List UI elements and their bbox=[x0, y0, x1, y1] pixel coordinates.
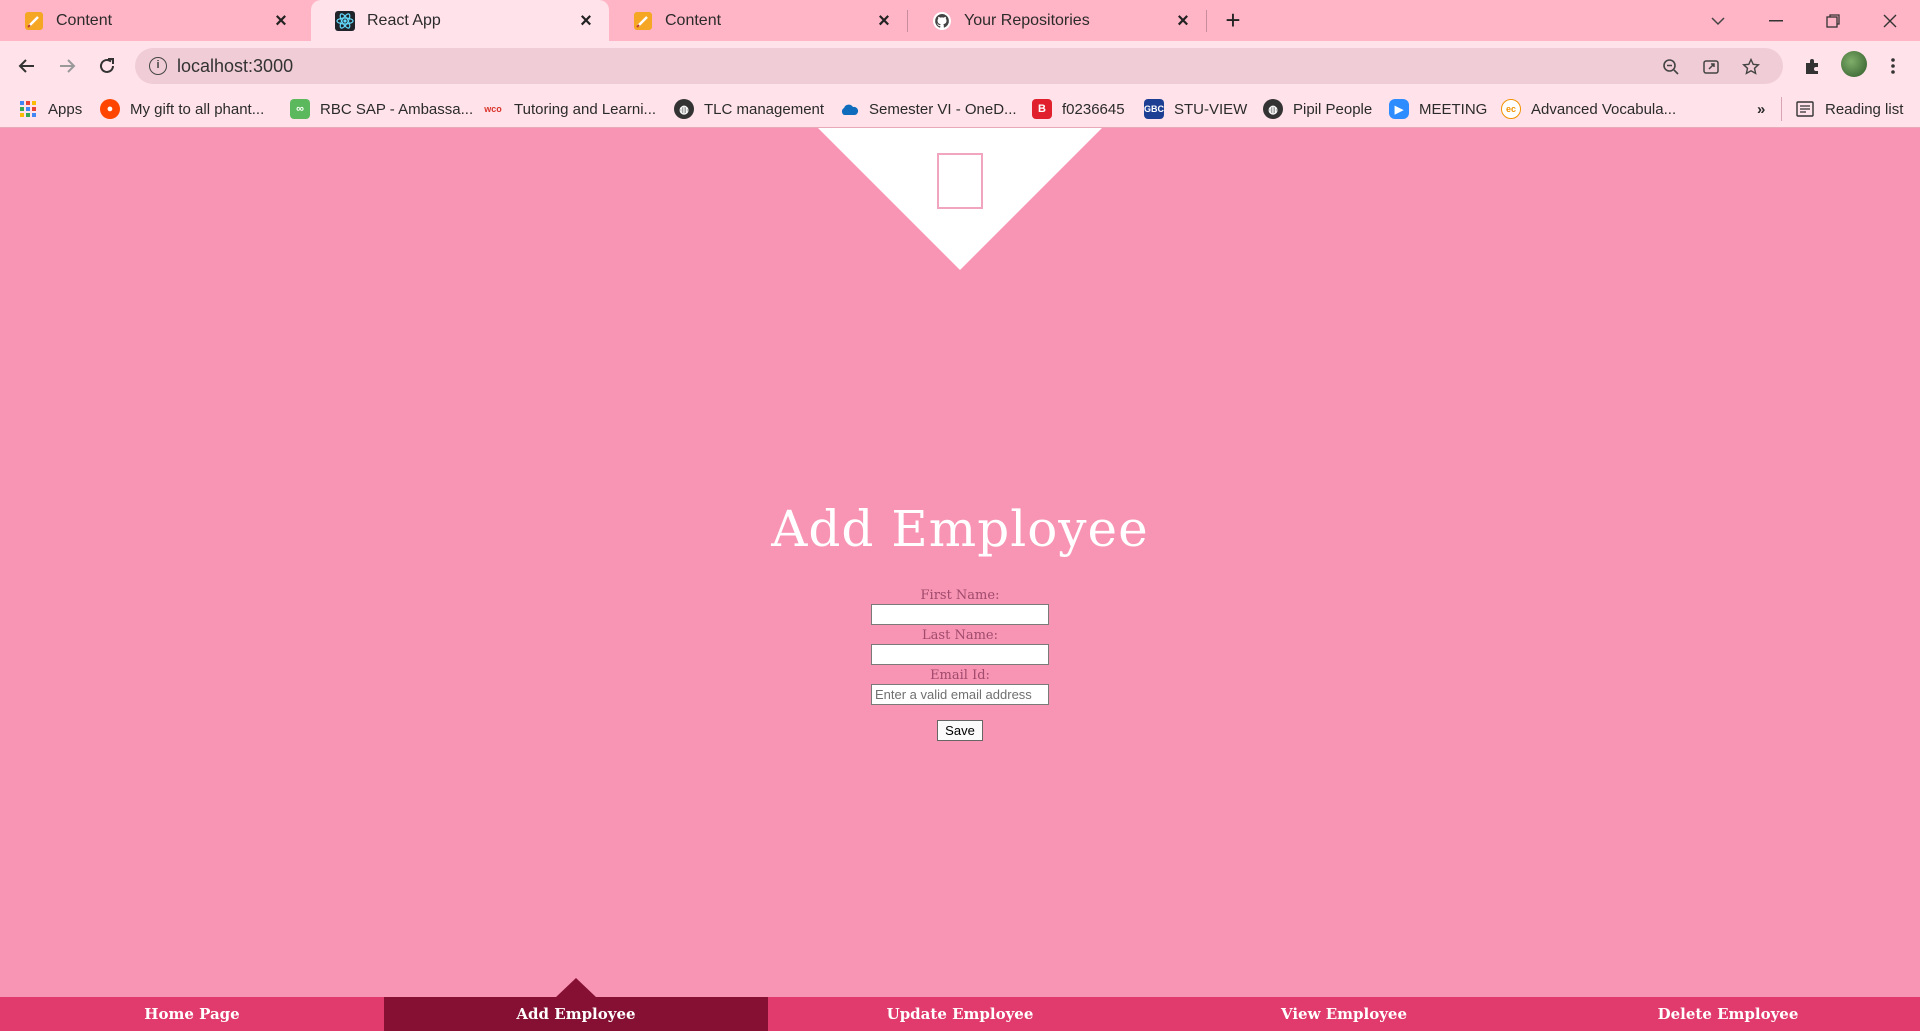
bookmark-rbc-sap[interactable]: ∞ RBC SAP - Ambassa... bbox=[290, 97, 473, 121]
bookmark-label: My gift to all phant... bbox=[130, 100, 265, 118]
reddit-icon: ● bbox=[100, 99, 120, 119]
email-label: Email Id: bbox=[930, 668, 990, 683]
onedrive-icon bbox=[839, 99, 859, 119]
reading-list-button[interactable]: Reading list bbox=[1795, 97, 1903, 121]
last-name-label: Last Name: bbox=[922, 628, 998, 643]
react-icon bbox=[335, 10, 355, 31]
bookmark-semester[interactable]: Semester VI - OneD... bbox=[839, 97, 1017, 121]
email-field[interactable] bbox=[871, 684, 1049, 705]
first-name-field[interactable] bbox=[871, 604, 1049, 625]
tab-separator bbox=[1206, 10, 1207, 32]
globe-icon: ◍ bbox=[674, 99, 694, 119]
bookmark-tutoring[interactable]: wco Tutoring and Learni... bbox=[482, 97, 656, 121]
pencil-icon bbox=[24, 11, 44, 31]
reading-list-icon bbox=[1795, 99, 1815, 119]
globe-icon: ◍ bbox=[1263, 99, 1283, 119]
close-tab-icon[interactable]: × bbox=[875, 11, 893, 31]
tab-title: Content bbox=[56, 11, 113, 29]
bookmark-label: Advanced Vocabula... bbox=[1531, 100, 1677, 118]
zoom-icon[interactable] bbox=[1660, 56, 1682, 78]
close-window-icon[interactable] bbox=[1862, 0, 1918, 41]
bookmark-meeting[interactable]: ▶ MEETING bbox=[1389, 97, 1487, 121]
bookmark-stu-view[interactable]: GBC STU-VIEW bbox=[1144, 97, 1247, 121]
url-text[interactable]: localhost:3000 bbox=[177, 56, 293, 77]
first-name-label: First Name: bbox=[920, 588, 1000, 603]
bookmark-label: STU-VIEW bbox=[1174, 100, 1248, 118]
reload-icon[interactable] bbox=[92, 51, 122, 81]
link-icon: ∞ bbox=[290, 99, 310, 119]
tab-title: React App bbox=[367, 11, 441, 29]
tab-title: Content bbox=[665, 11, 722, 29]
active-nav-pointer bbox=[555, 978, 597, 998]
zoom-icon: ▶ bbox=[1389, 99, 1409, 119]
tab-react-app[interactable]: React App × bbox=[311, 0, 609, 41]
logo-triangle bbox=[818, 128, 1102, 270]
nav-home-page[interactable]: Home Page bbox=[0, 997, 384, 1031]
close-tab-icon[interactable]: × bbox=[1174, 11, 1192, 31]
bookmark-label: Apps bbox=[48, 100, 83, 118]
extensions-puzzle-icon[interactable] bbox=[1800, 53, 1826, 79]
browser-toolbar: i localhost:3000 bbox=[0, 41, 1920, 90]
bottom-nav: Home Page Add Employee Update Employee V… bbox=[0, 997, 1920, 1031]
bookmark-tlc[interactable]: ◍ TLC management bbox=[674, 97, 824, 121]
tab-content-2[interactable]: Content × bbox=[609, 0, 907, 41]
tab-strip: Content × React App × Content × Your Rep… bbox=[0, 0, 1920, 41]
reading-list-label: Reading list bbox=[1825, 100, 1904, 118]
more-bookmarks-button[interactable]: » bbox=[1757, 97, 1765, 121]
pencil-icon bbox=[633, 11, 653, 31]
b-icon: B bbox=[1032, 99, 1052, 119]
stu-view-icon: GBC bbox=[1144, 99, 1164, 119]
close-tab-icon[interactable]: × bbox=[577, 11, 595, 31]
nav-view-employee[interactable]: View Employee bbox=[1152, 997, 1536, 1031]
bookmark-apps[interactable]: Apps bbox=[18, 97, 82, 121]
close-tab-icon[interactable]: × bbox=[272, 11, 290, 31]
nav-add-employee[interactable]: Add Employee bbox=[384, 997, 768, 1031]
bookmark-label: Pipil People bbox=[1293, 100, 1373, 118]
bookmark-f0236645[interactable]: B f0236645 bbox=[1032, 97, 1125, 121]
nav-update-employee[interactable]: Update Employee bbox=[768, 997, 1152, 1031]
github-icon bbox=[932, 11, 952, 31]
address-bar[interactable]: i localhost:3000 bbox=[135, 48, 1783, 84]
bookmark-pipil-people[interactable]: ◍ Pipil People bbox=[1263, 97, 1372, 121]
tab-your-repositories[interactable]: Your Repositories × bbox=[908, 0, 1206, 41]
save-button[interactable]: Save bbox=[937, 720, 983, 741]
new-tab-button[interactable]: + bbox=[1220, 7, 1246, 34]
bookmark-label: f0236645 bbox=[1062, 100, 1125, 118]
apps-grid-icon bbox=[18, 99, 38, 119]
bookmark-label: Semester VI - OneD... bbox=[869, 100, 1017, 118]
page-title: Add Employee bbox=[771, 500, 1149, 558]
bookmark-label: Tutoring and Learni... bbox=[514, 100, 657, 118]
bookmarks-bar: Apps ● My gift to all phant... ∞ RBC SAP… bbox=[0, 90, 1920, 128]
bookmark-star-icon[interactable] bbox=[1740, 56, 1762, 78]
tab-title: Your Repositories bbox=[964, 11, 1090, 29]
ec-icon: ec bbox=[1501, 99, 1521, 119]
tab-search-icon[interactable] bbox=[1690, 0, 1746, 41]
menu-kebab-icon[interactable] bbox=[1880, 53, 1906, 79]
site-info-icon[interactable]: i bbox=[149, 57, 167, 75]
profile-avatar[interactable] bbox=[1841, 51, 1867, 77]
last-name-field[interactable] bbox=[871, 644, 1049, 665]
share-icon[interactable] bbox=[1700, 56, 1722, 78]
minimize-icon[interactable] bbox=[1748, 0, 1804, 41]
bookmark-label: RBC SAP - Ambassa... bbox=[320, 100, 474, 118]
nav-delete-employee[interactable]: Delete Employee bbox=[1536, 997, 1920, 1031]
add-employee-form: First Name: Last Name: Email Id: Save bbox=[860, 587, 1060, 741]
bookmark-label: MEETING bbox=[1419, 100, 1488, 118]
bookmark-my-gift[interactable]: ● My gift to all phant... bbox=[100, 97, 264, 121]
back-arrow-icon[interactable] bbox=[12, 51, 42, 81]
bookmark-separator bbox=[1781, 97, 1782, 121]
wco-icon: wco bbox=[484, 104, 502, 114]
bookmark-label: TLC management bbox=[704, 100, 825, 118]
tab-content-1[interactable]: Content × bbox=[0, 0, 304, 41]
page-content: Add Employee First Name: Last Name: Emai… bbox=[0, 128, 1920, 1031]
restore-icon[interactable] bbox=[1805, 0, 1861, 41]
forward-arrow-icon[interactable] bbox=[52, 51, 82, 81]
bookmark-advanced-vocab[interactable]: ec Advanced Vocabula... bbox=[1501, 97, 1676, 121]
